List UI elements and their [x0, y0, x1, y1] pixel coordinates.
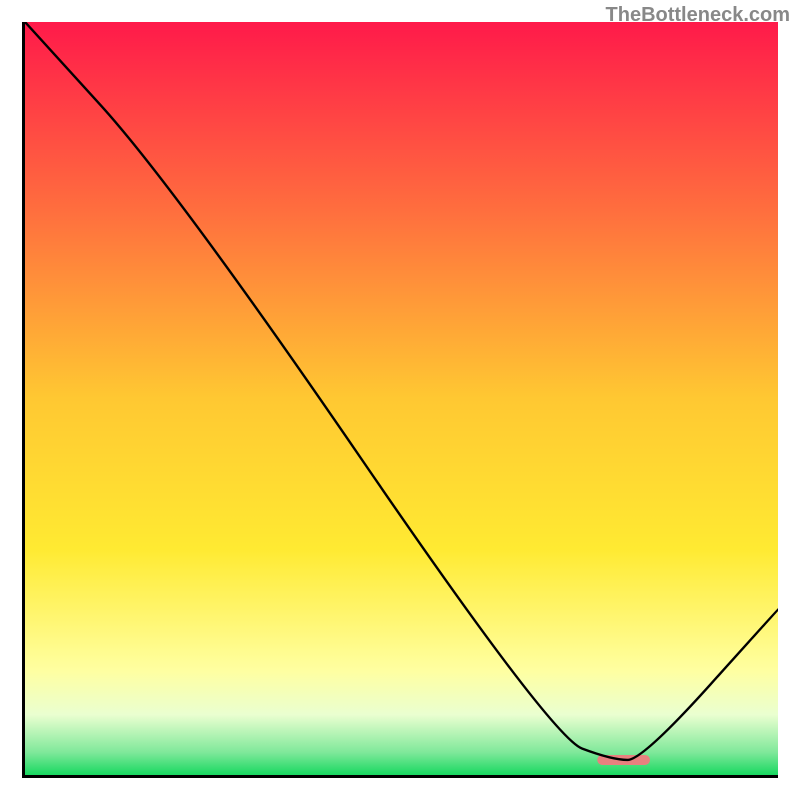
bottleneck-chart [22, 22, 778, 778]
chart-svg [25, 22, 778, 775]
gradient-background [25, 22, 778, 775]
watermark-text: TheBottleneck.com [606, 4, 790, 27]
